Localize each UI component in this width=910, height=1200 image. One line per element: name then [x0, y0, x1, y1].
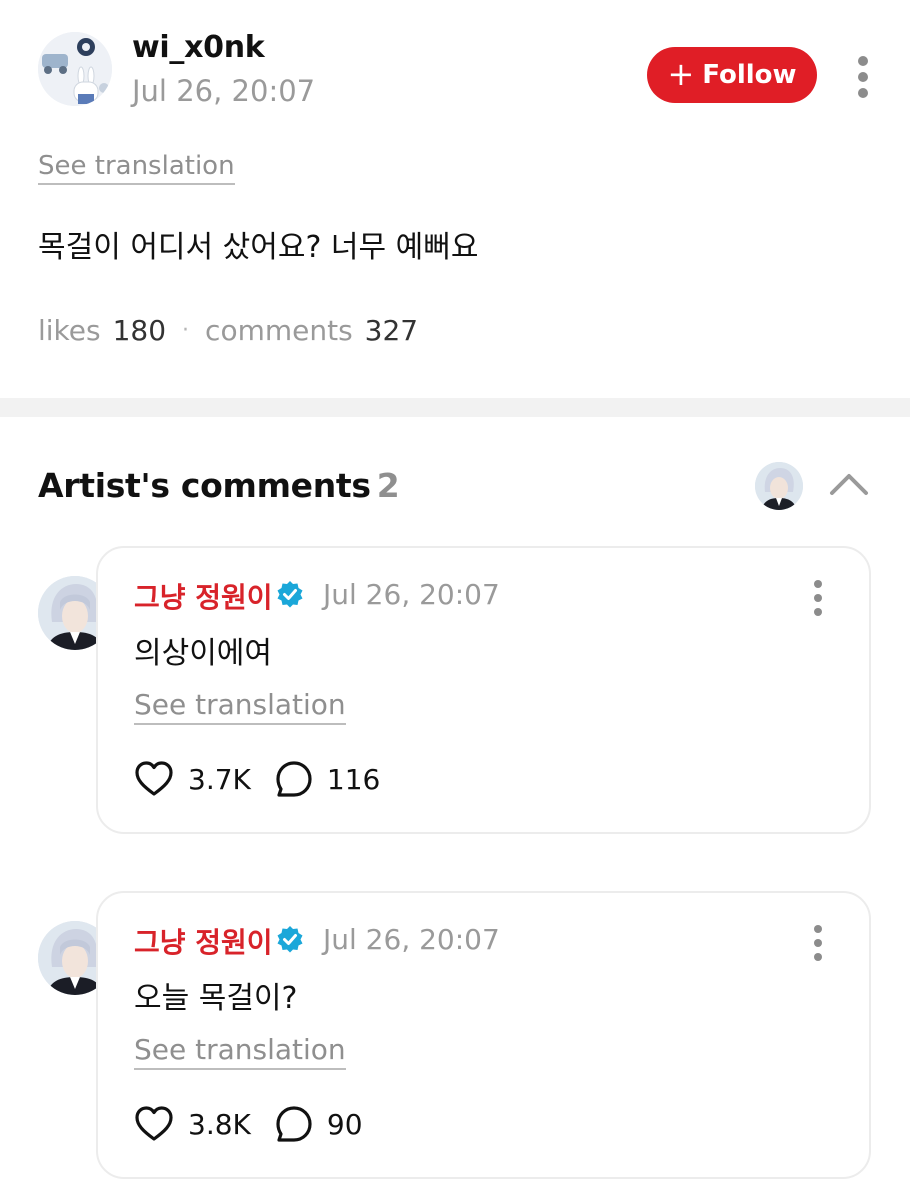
comment-see-translation-link[interactable]: See translation — [134, 688, 346, 725]
post-see-translation-link[interactable]: See translation — [38, 151, 235, 185]
artist-comments-title-text: Artist's comments — [38, 466, 371, 505]
heart-icon — [135, 1106, 173, 1141]
like-count: 3.7K — [188, 762, 251, 796]
user-avatar[interactable] — [38, 32, 112, 106]
comment-see-translation-link[interactable]: See translation — [134, 1033, 346, 1070]
like-button[interactable]: 3.7K — [134, 760, 251, 798]
artist-comments-count: 2 — [376, 466, 400, 505]
comment-actions: 3.8K 90 — [134, 1105, 363, 1143]
comment-more-options-icon[interactable] — [813, 925, 823, 961]
artist-comments-title: Artist's comments 2 — [38, 466, 400, 505]
chevron-up-icon[interactable] — [828, 468, 870, 498]
comment-text: 오늘 목걸이? — [134, 981, 298, 1016]
section-divider — [0, 398, 910, 417]
stats-separator: · — [182, 318, 190, 343]
follow-button[interactable]: + Follow — [647, 47, 817, 103]
post: wi_x0nk Jul 26, 20:07 + Follow See trans… — [0, 0, 910, 398]
comment-timestamp: Jul 26, 20:07 — [323, 578, 500, 611]
post-username[interactable]: wi_x0nk — [132, 30, 265, 65]
post-stats: likes 180 · comments 327 — [38, 314, 418, 347]
like-button[interactable]: 3.8K — [134, 1105, 251, 1143]
comment-timestamp: Jul 26, 20:07 — [323, 923, 500, 956]
reply-button[interactable]: 116 — [275, 760, 380, 798]
heart-icon — [135, 761, 173, 796]
comment-more-options-icon[interactable] — [813, 580, 823, 616]
artist-mini-avatar — [755, 462, 803, 510]
like-count: 3.8K — [188, 1107, 251, 1141]
plus-icon: + — [667, 54, 695, 93]
reply-count: 90 — [326, 1107, 363, 1141]
comments-label: comments — [205, 314, 353, 347]
post-more-options-icon[interactable] — [858, 56, 868, 98]
comment-bubble-icon — [276, 761, 312, 797]
likes-label: likes — [38, 314, 101, 347]
artist-comment-card: 그냥 정원이 Jul 26, 20:07 오늘 목걸이? See transla… — [96, 891, 871, 1179]
comment-bubble-icon — [276, 1106, 312, 1142]
verified-badge-icon — [277, 581, 303, 608]
comments-count: 327 — [364, 314, 419, 347]
verified-badge-icon — [277, 926, 303, 953]
artist-name[interactable]: 그냥 정원이 — [134, 576, 273, 616]
comment-text: 의상이에여 — [134, 636, 272, 671]
post-body-text: 목걸이 어디서 샀어요? 너무 예뻐요 — [38, 230, 479, 265]
comment-actions: 3.7K 116 — [134, 760, 380, 798]
reply-button[interactable]: 90 — [275, 1105, 363, 1143]
follow-button-label: Follow — [702, 60, 797, 90]
post-timestamp: Jul 26, 20:07 — [132, 74, 316, 108]
reply-count: 116 — [326, 762, 381, 796]
artist-name[interactable]: 그냥 정원이 — [134, 921, 273, 961]
likes-count: 180 — [112, 314, 167, 347]
artist-comment-card: 그냥 정원이 Jul 26, 20:07 의상이에여 See translati… — [96, 546, 871, 834]
